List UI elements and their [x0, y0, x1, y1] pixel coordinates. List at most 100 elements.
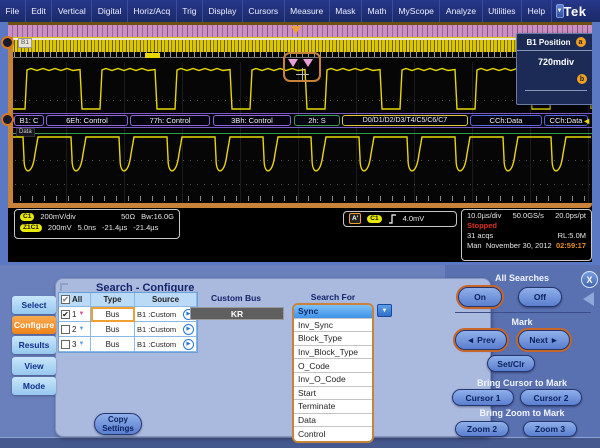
- mark-next-button[interactable]: Next ►: [518, 330, 570, 350]
- horiz-scale: 10.0µs/div: [467, 211, 501, 220]
- tab-results[interactable]: Results: [12, 336, 56, 354]
- menu-utilities[interactable]: Utilities: [483, 0, 522, 22]
- channel-readout-box: C1 200mV/div 50Ω Bw:16.0G Z1C1 200mV 5.0…: [14, 209, 180, 239]
- search-mark-highlight: [145, 53, 160, 58]
- row1-source-cell[interactable]: B1 :Custom ▶: [135, 307, 197, 322]
- zoom-pos2: -21.4µs: [133, 223, 158, 232]
- dropdown-option-sync[interactable]: Sync: [294, 305, 372, 319]
- dropdown-option-o-code[interactable]: O_Code: [294, 359, 372, 373]
- row3-checkbox[interactable]: [61, 340, 70, 349]
- bus-label: CCh:Data: [470, 115, 542, 126]
- zoom-tscale: 5.0ns: [78, 223, 96, 232]
- copy-settings-button[interactable]: Copy Settings: [94, 413, 142, 435]
- menu-myscope[interactable]: MyScope: [393, 0, 440, 22]
- bring-zoom-label: Bring Zoom to Mark: [452, 408, 592, 418]
- search-for-dropdown-button[interactable]: ▼: [377, 304, 392, 317]
- tab-select[interactable]: Select: [12, 296, 56, 314]
- row1-number: 1: [72, 310, 76, 319]
- trigger-position-marker[interactable]: [291, 26, 301, 34]
- menu-analyze[interactable]: Analyze: [440, 0, 482, 22]
- graticule-bottom-ticks: [8, 196, 592, 201]
- row2-source-cell[interactable]: B1 :Custom ▶: [135, 322, 197, 337]
- chevron-down-icon[interactable]: ▼: [78, 326, 84, 332]
- panel-close-button[interactable]: X: [581, 271, 598, 288]
- panel-collapse-arrow-icon[interactable]: [583, 292, 594, 306]
- mark-prev-button[interactable]: ◄ Prev: [455, 330, 507, 350]
- all-checkbox[interactable]: ✔: [61, 295, 70, 304]
- time-readout: 02:59:17: [556, 241, 586, 250]
- header-type: Type: [91, 293, 135, 307]
- menu-mask[interactable]: Mask: [330, 0, 362, 22]
- menu-measure[interactable]: Measure: [285, 0, 330, 22]
- chevron-down-icon[interactable]: ▼: [78, 311, 84, 317]
- knob-b-badge[interactable]: b: [577, 74, 587, 84]
- row2-checkbox[interactable]: [61, 325, 70, 334]
- table-row: 3 ▼ Bus B1 :Custom ▶: [59, 337, 197, 352]
- control-area: Search - Configure Select Configure Resu…: [0, 265, 600, 448]
- all-searches-on-button[interactable]: On: [458, 287, 502, 307]
- dropdown-option-inv-o-code[interactable]: Inv_O_Code: [294, 373, 372, 387]
- cursor2-button[interactable]: Cursor 2: [520, 389, 582, 406]
- dropdown-option-start[interactable]: Start: [294, 387, 372, 401]
- custom-bus-value-button[interactable]: KR: [190, 307, 284, 320]
- b1-position-value[interactable]: 720mdiv: [517, 57, 592, 67]
- bring-cursor-label: Bring Cursor to Mark: [452, 378, 592, 388]
- row1-type-cell[interactable]: Bus: [91, 307, 135, 322]
- bus-scroll-arrow-icon[interactable]: ◄: [582, 116, 591, 126]
- window-fold-icon: [60, 283, 68, 291]
- mark-triangle-icon: [303, 59, 313, 67]
- c1-impedance: 50Ω: [121, 212, 135, 221]
- cursor1-button[interactable]: Cursor 1: [452, 389, 514, 406]
- menu-edit[interactable]: Edit: [26, 0, 53, 22]
- menu-display[interactable]: Display: [203, 0, 243, 22]
- menu-digital[interactable]: Digital: [92, 0, 128, 22]
- bus-label: B1: C: [14, 115, 44, 126]
- zoom3-button[interactable]: Zoom 3: [523, 421, 577, 437]
- dropdown-option-terminate[interactable]: Terminate: [294, 400, 372, 414]
- menu-math[interactable]: Math: [362, 0, 393, 22]
- application-window: File Edit Vertical Digital Horiz/Acq Tri…: [0, 0, 600, 448]
- row2-type-cell[interactable]: Bus: [91, 322, 135, 337]
- menu-cursors[interactable]: Cursors: [243, 0, 285, 22]
- chevron-down-icon: ▼: [557, 8, 563, 14]
- tab-view[interactable]: View: [12, 357, 56, 375]
- custom-bus-label: Custom Bus: [188, 293, 284, 303]
- zoom2-button[interactable]: Zoom 2: [455, 421, 509, 437]
- dropdown-option-data[interactable]: Data: [294, 414, 372, 428]
- close-icon: X: [586, 275, 592, 285]
- menu-horiz-acq[interactable]: Horiz/Acq: [128, 0, 177, 22]
- row1-checkbox[interactable]: ✔: [61, 310, 70, 319]
- overview-channel-badge[interactable]: [1, 36, 14, 49]
- play-icon: ▶: [186, 341, 190, 347]
- copy-settings-line2: Settings: [102, 424, 134, 433]
- bus-label: D0/D1/D2/D3/T4/C5/C6/C7: [342, 115, 468, 126]
- row3-source-cell[interactable]: B1 :Custom ▶: [135, 337, 197, 352]
- zoom-region-marker[interactable]: [283, 52, 321, 82]
- dropdown-option-inv-sync[interactable]: Inv_Sync: [294, 319, 372, 333]
- row2-source-expand-button[interactable]: ▶: [183, 324, 194, 335]
- menu-file[interactable]: File: [0, 0, 26, 22]
- trigger-level: 4.0mV: [403, 214, 425, 223]
- dropdown-option-inv-block-type[interactable]: Inv_Block_Type: [294, 346, 372, 360]
- tab-configure[interactable]: Configure: [12, 316, 56, 334]
- dropdown-option-control[interactable]: Control: [294, 427, 372, 441]
- mark-set-clear-button[interactable]: Set/Clr: [487, 355, 535, 372]
- play-icon: ▶: [186, 326, 190, 332]
- menu-overflow-button[interactable]: ▼: [556, 4, 564, 18]
- knob-a-badge[interactable]: a: [576, 37, 586, 47]
- row3-type-cell[interactable]: Bus: [91, 337, 135, 352]
- tab-mode[interactable]: Mode: [12, 377, 56, 395]
- trigger-mode: Man: [467, 241, 482, 250]
- dropdown-option-block-type[interactable]: Block_Type: [294, 332, 372, 346]
- resolution: 20.0ps/pt: [555, 211, 586, 220]
- row3-source-expand-button[interactable]: ▶: [183, 339, 194, 350]
- chevron-down-icon[interactable]: ▼: [78, 341, 84, 347]
- menu-help[interactable]: Help: [522, 0, 551, 22]
- bus-channel-badge[interactable]: [1, 113, 14, 126]
- all-searches-off-button[interactable]: Off: [518, 287, 562, 307]
- trigger-source-badge: C1: [367, 215, 381, 223]
- row3-number: 3: [72, 340, 76, 349]
- b1-position-title: B1 Position: [526, 38, 570, 47]
- menu-trig[interactable]: Trig: [177, 0, 203, 22]
- menu-vertical[interactable]: Vertical: [52, 0, 92, 22]
